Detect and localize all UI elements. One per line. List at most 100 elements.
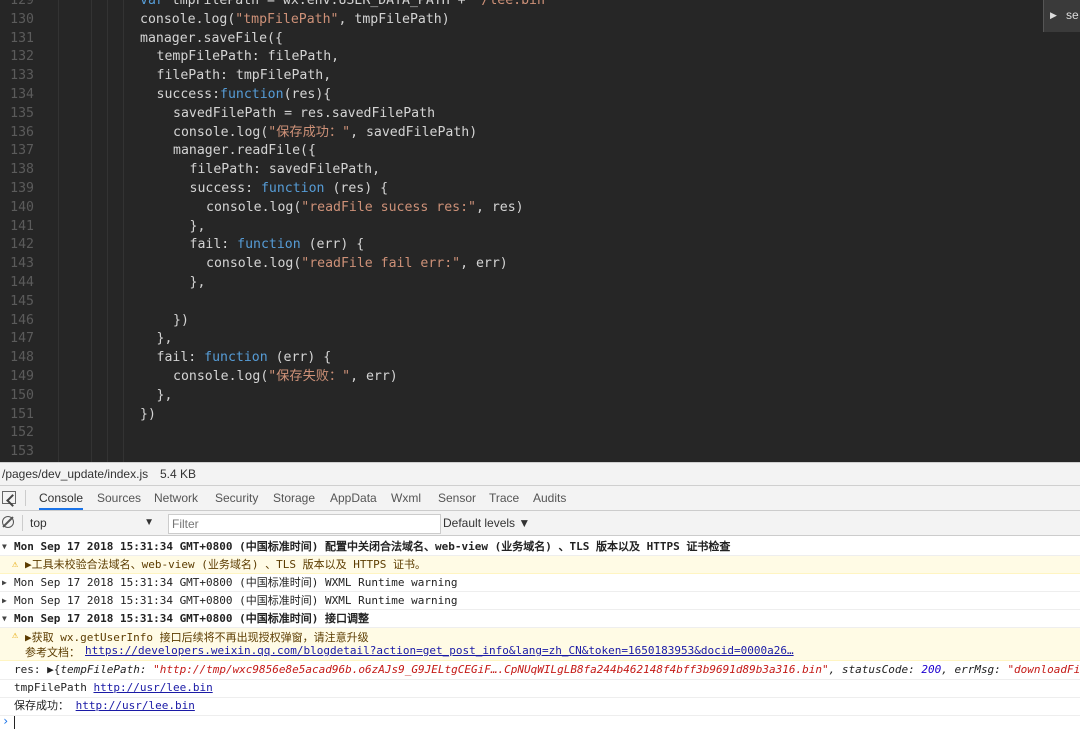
code-token: "readFile fail err:" bbox=[301, 256, 461, 272]
tmp-label: tmpFilePath bbox=[14, 681, 94, 694]
code-line[interactable]: 145 bbox=[0, 292, 1080, 311]
code-token: console.log( bbox=[173, 124, 269, 140]
collapsed-side-panel[interactable]: ▶ se bbox=[1043, 0, 1080, 32]
code-token: (res) { bbox=[324, 181, 389, 196]
line-number: 136 bbox=[10, 124, 34, 140]
log-row-res[interactable]: res: ▶{tempFilePath: "http://tmp/wxc9856… bbox=[0, 661, 1080, 680]
inspect-element-icon[interactable] bbox=[2, 491, 16, 504]
code-line[interactable]: 137 manager.readFile({ bbox=[0, 141, 1080, 160]
code-line[interactable]: 143 console.log("readFile fail err:", err… bbox=[0, 254, 1080, 273]
editor-status-bar: /pages/dev_update/index.js 5.4 KB bbox=[0, 462, 1080, 486]
doc-link[interactable]: https://developers.weixin.qq.com/blogdet… bbox=[85, 644, 794, 657]
line-number: 144 bbox=[10, 275, 34, 290]
log-row[interactable]: tmpFilePath http://usr/lee.bin bbox=[0, 679, 1080, 698]
code-line[interactable]: 147}, bbox=[0, 329, 1080, 348]
log-group-header[interactable]: ▼ Mon Sep 17 2018 15:31:34 GMT+0800 (中国标… bbox=[0, 538, 1080, 556]
line-number: 132 bbox=[10, 49, 34, 65]
code-token: function bbox=[237, 237, 301, 253]
console-output: ▼ Mon Sep 17 2018 15:31:34 GMT+0800 (中国标… bbox=[0, 536, 1080, 731]
expand-arrow-icon[interactable]: ▶ bbox=[1050, 10, 1057, 21]
code-line[interactable]: 144}, bbox=[0, 273, 1080, 292]
code-line[interactable]: 148 fail: function (err) { bbox=[0, 348, 1080, 367]
line-number: 143 bbox=[10, 256, 34, 272]
tab-console[interactable]: Console bbox=[39, 486, 84, 510]
warning-icon: ⚠ bbox=[12, 630, 19, 641]
code-line[interactable]: 130 console.log("tmpFilePath", tmpFilePat… bbox=[0, 10, 1080, 29]
tab-wxml[interactable]: Wxml bbox=[391, 486, 421, 510]
code-line[interactable]: 150}, bbox=[0, 386, 1080, 405]
code-line[interactable]: 129 var tmpFilePath = wx.env.USER_DATA_PA… bbox=[0, 0, 1080, 10]
code-line[interactable]: 140 console.log("readFile sucess res:", r… bbox=[0, 198, 1080, 217]
code-line[interactable]: 142 fail: function (err) { bbox=[0, 235, 1080, 254]
code-text: }, bbox=[190, 217, 206, 236]
line-number: 130 bbox=[10, 11, 34, 27]
code-line[interactable]: 132 tempFilePath: filePath, bbox=[0, 47, 1080, 66]
context-selector[interactable]: top ▼ bbox=[30, 511, 158, 535]
code-line[interactable]: 138 filePath: savedFilePath, bbox=[0, 160, 1080, 179]
tab-sensor[interactable]: Sensor bbox=[438, 486, 476, 510]
log-row[interactable]: 保存成功： http://usr/lee.bin bbox=[0, 697, 1080, 716]
tmp-link[interactable]: http://usr/lee.bin bbox=[93, 681, 212, 694]
warning-row[interactable]: ⚠ ▶获取 wx.getUserInfo 接口后续将不再出现授权弹窗，请注意升级… bbox=[0, 628, 1080, 661]
console-prompt-icon: › bbox=[2, 714, 10, 728]
line-number: 140 bbox=[10, 199, 34, 215]
saved-link[interactable]: http://usr/lee.bin bbox=[76, 699, 195, 712]
code-line[interactable]: 146}) bbox=[0, 311, 1080, 330]
code-token: console.log( bbox=[173, 369, 269, 384]
log-row[interactable]: ▶ Mon Sep 17 2018 15:31:34 GMT+0800 (中国标… bbox=[0, 574, 1080, 592]
console-input-cursor[interactable] bbox=[14, 716, 15, 729]
log-message: Mon Sep 17 2018 15:31:34 GMT+0800 (中国标准时… bbox=[14, 576, 458, 589]
line-number: 147 bbox=[10, 331, 34, 347]
line-number: 134 bbox=[10, 87, 34, 102]
code-line[interactable]: 131 manager.saveFile({ bbox=[0, 29, 1080, 48]
log-row[interactable]: ▶ Mon Sep 17 2018 15:31:34 GMT+0800 (中国标… bbox=[0, 592, 1080, 610]
tab-storage[interactable]: Storage bbox=[273, 486, 315, 510]
code-line[interactable]: 135 savedFilePath = res.savedFilePath bbox=[0, 104, 1080, 123]
expand-triangle-icon[interactable]: ▶ bbox=[2, 574, 7, 591]
code-text: savedFilePath = res.savedFilePath bbox=[173, 104, 435, 123]
code-line[interactable]: 139 success: function (res) { bbox=[0, 179, 1080, 198]
code-text: manager.saveFile({ bbox=[140, 29, 283, 48]
tab-network[interactable]: Network bbox=[154, 486, 198, 510]
code-line[interactable]: 149 console.log("保存失败：", err) bbox=[0, 367, 1080, 386]
log-levels-dropdown[interactable]: Default levels ▼ bbox=[443, 511, 530, 535]
log-group-header[interactable]: ▼ Mon Sep 17 2018 15:31:34 GMT+0800 (中国标… bbox=[0, 610, 1080, 628]
code-text: success: function (res) { bbox=[190, 179, 389, 198]
tab-audits[interactable]: Audits bbox=[533, 486, 566, 510]
console-toolbar: top ▼ Default levels ▼ bbox=[0, 511, 1080, 536]
code-line[interactable]: 136 console.log("保存成功：", savedFilePath) bbox=[0, 123, 1080, 142]
code-token: tempFilePath: filePath, bbox=[156, 49, 340, 65]
code-line[interactable]: 141}, bbox=[0, 217, 1080, 236]
code-text: var tmpFilePath = wx.env.USER_DATA_PATH … bbox=[140, 0, 553, 10]
code-editor[interactable]: 129 var tmpFilePath = wx.env.USER_DATA_PA… bbox=[0, 0, 1080, 462]
line-number: 137 bbox=[10, 143, 34, 159]
tab-trace[interactable]: Trace bbox=[489, 486, 519, 510]
tab-security[interactable]: Security bbox=[215, 486, 258, 510]
expand-triangle-icon[interactable]: ▶ bbox=[2, 592, 7, 609]
log-message: 保存成功： http://usr/lee.bin bbox=[14, 697, 195, 715]
code-token: success: bbox=[189, 181, 261, 196]
object-expander[interactable]: ▶{ bbox=[47, 663, 60, 676]
code-line[interactable]: 134 success:function(res){ bbox=[0, 85, 1080, 104]
code-token: filePath: tmpFilePath, bbox=[156, 68, 332, 84]
code-line[interactable]: 152 bbox=[0, 423, 1080, 442]
object-key: tempFilePath: bbox=[60, 663, 154, 676]
code-text: console.log("保存失败：", err) bbox=[173, 367, 398, 386]
filter-input[interactable] bbox=[168, 514, 441, 534]
warning-icon: ⚠ bbox=[12, 559, 19, 570]
code-line[interactable]: 133 filePath: tmpFilePath, bbox=[0, 66, 1080, 85]
collapse-triangle-icon[interactable]: ▼ bbox=[2, 610, 7, 627]
clear-console-icon[interactable] bbox=[2, 516, 14, 528]
code-token: function bbox=[220, 87, 284, 102]
code-token: manager.saveFile({ bbox=[140, 30, 283, 46]
context-value: top bbox=[30, 516, 47, 530]
tab-sources[interactable]: Sources bbox=[97, 486, 141, 510]
line-number: 131 bbox=[10, 30, 34, 46]
code-line[interactable]: 151}) bbox=[0, 405, 1080, 424]
code-line[interactable]: 153 bbox=[0, 442, 1080, 461]
tab-appdata[interactable]: AppData bbox=[330, 486, 377, 510]
code-text: filePath: savedFilePath, bbox=[190, 160, 381, 179]
warning-row[interactable]: ⚠ ▶工具未校验合法域名、web-view (业务域名) 、TLS 版本以及 H… bbox=[0, 556, 1080, 574]
collapse-triangle-icon[interactable]: ▼ bbox=[2, 538, 7, 555]
line-number: 148 bbox=[10, 350, 34, 366]
